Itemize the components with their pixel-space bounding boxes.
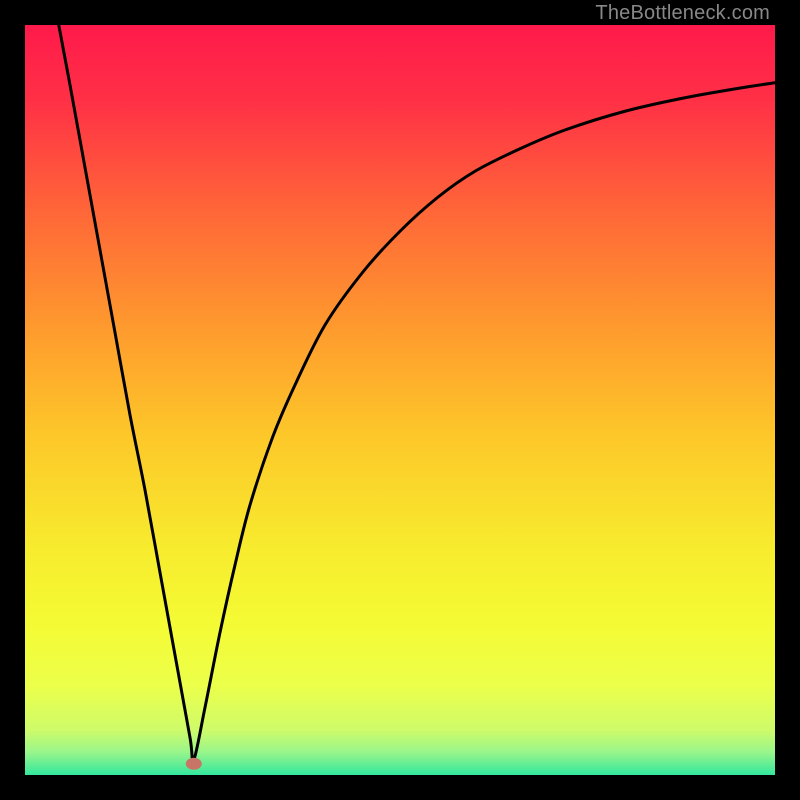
chart-frame [25, 25, 775, 775]
chart-background [25, 25, 775, 775]
bottleneck-chart [25, 25, 775, 775]
watermark-text: TheBottleneck.com [595, 2, 770, 25]
optimum-marker [186, 758, 202, 770]
